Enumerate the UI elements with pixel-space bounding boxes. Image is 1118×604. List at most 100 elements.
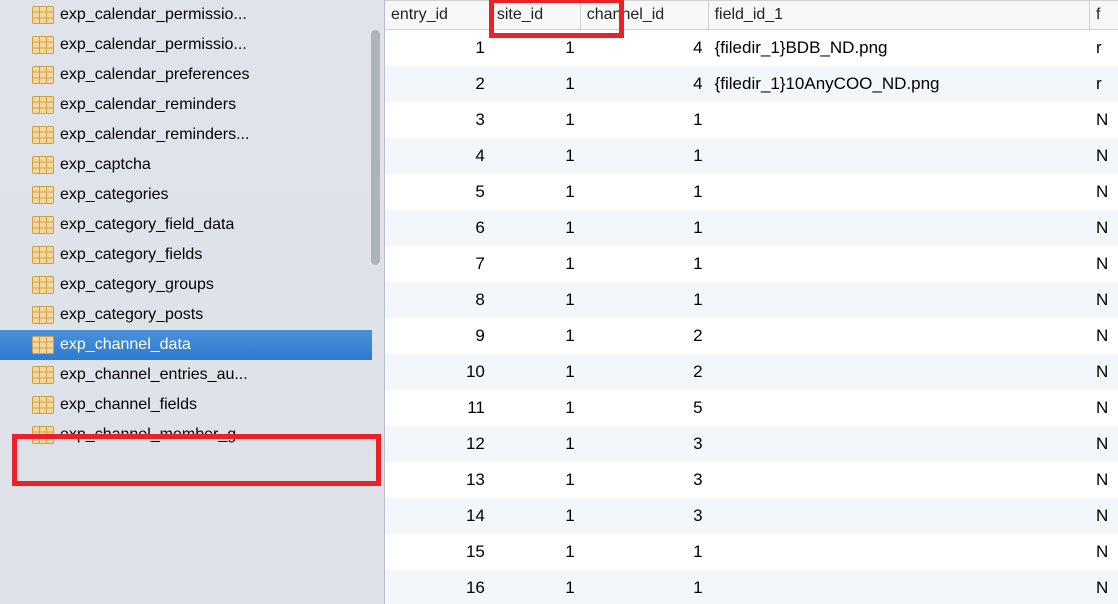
cell-channel_id: 1 [581,146,709,166]
sidebar-item-label: exp_channel_data [60,336,191,354]
app-root: exp_calendar_permissio... exp_calendar_pe… [0,0,1118,604]
table-row[interactable]: 811N [385,282,1118,318]
sidebar-item-exp-channel-fields[interactable]: exp_channel_fields [0,390,372,420]
cell-entry_id: 9 [385,326,491,346]
cell-trail: N [1090,542,1118,562]
sidebar-item-exp-calendar-permissio[interactable]: exp_calendar_permissio... [0,0,372,30]
cell-field_id_1: {filedir_1}BDB_ND.png [709,38,1090,58]
cell-channel_id: 1 [581,542,709,562]
sidebar-item-exp-calendar-permissio[interactable]: exp_calendar_permissio... [0,30,372,60]
cell-entry_id: 16 [385,578,491,598]
sidebar-item-exp-calendar-reminders[interactable]: exp_calendar_reminders... [0,120,372,150]
column-header-field_id_1[interactable]: field_id_1 [709,1,1090,29]
table-row[interactable]: 311N [385,102,1118,138]
column-header-trail[interactable]: f [1090,1,1118,29]
table-row[interactable]: 511N [385,174,1118,210]
cell-channel_id: 3 [581,470,709,490]
cell-channel_id: 4 [581,74,709,94]
sidebar-item-exp-channel-data[interactable]: exp_channel_data [0,330,372,360]
table-list: exp_calendar_permissio... exp_calendar_pe… [0,0,372,450]
cell-site_id: 1 [491,326,581,346]
cell-trail: N [1090,470,1118,490]
sidebar-item-label: exp_calendar_reminders... [60,126,249,144]
cell-trail: N [1090,506,1118,526]
cell-channel_id: 1 [581,182,709,202]
table-row[interactable]: 1511N [385,534,1118,570]
cell-site_id: 1 [491,542,581,562]
table-row[interactable]: 912N [385,318,1118,354]
table-row[interactable]: 1213N [385,426,1118,462]
data-rows: 114{filedir_1}BDB_ND.pngr214{filedir_1}1… [385,30,1118,604]
cell-channel_id: 1 [581,290,709,310]
sidebar-item-exp-captcha[interactable]: exp_captcha [0,150,372,180]
column-header-site_id[interactable]: site_id [491,1,581,29]
sidebar-item-exp-channel-entries-au[interactable]: exp_channel_entries_au... [0,360,372,390]
table-list-sidebar: exp_calendar_permissio... exp_calendar_pe… [0,0,385,604]
cell-field_id_1: {filedir_1}10AnyCOO_ND.png [709,74,1090,94]
table-row[interactable]: 114{filedir_1}BDB_ND.pngr [385,30,1118,66]
table-row[interactable]: 1012N [385,354,1118,390]
sidebar-item-exp-calendar-preferences[interactable]: exp_calendar_preferences [0,60,372,90]
cell-trail: N [1090,434,1118,454]
sidebar-item-exp-calendar-reminders[interactable]: exp_calendar_reminders [0,90,372,120]
sidebar-item-label: exp_category_groups [60,276,214,294]
column-header-channel_id[interactable]: channel_id [581,1,709,29]
column-headers: entry_id site_id channel_id field_id_1 f [385,0,1118,30]
cell-trail: N [1090,326,1118,346]
sidebar-item-label: exp_channel_entries_au... [60,366,248,384]
column-header-label: f [1096,6,1100,24]
table-icon [32,246,54,264]
cell-entry_id: 12 [385,434,491,454]
table-row[interactable]: 1611N [385,570,1118,604]
sidebar-item-label: exp_category_field_data [60,216,234,234]
table-row[interactable]: 611N [385,210,1118,246]
cell-entry_id: 7 [385,254,491,274]
table-row[interactable]: 1115N [385,390,1118,426]
table-row[interactable]: 214{filedir_1}10AnyCOO_ND.pngr [385,66,1118,102]
column-header-label: field_id_1 [715,6,784,24]
cell-channel_id: 1 [581,218,709,238]
table-icon [32,66,54,84]
cell-entry_id: 14 [385,506,491,526]
sidebar-item-label: exp_category_fields [60,246,202,264]
cell-site_id: 1 [491,146,581,166]
table-icon [32,6,54,24]
table-row[interactable]: 1413N [385,498,1118,534]
sidebar-item-exp-channel-member-g[interactable]: exp_channel_member_g... [0,420,372,450]
column-header-label: channel_id [587,6,664,24]
cell-entry_id: 3 [385,110,491,130]
table-row[interactable]: 411N [385,138,1118,174]
table-row[interactable]: 711N [385,246,1118,282]
sidebar-item-exp-category-field-data[interactable]: exp_category_field_data [0,210,372,240]
sidebar-scrollbar[interactable] [371,30,380,265]
cell-entry_id: 10 [385,362,491,382]
cell-channel_id: 1 [581,254,709,274]
cell-channel_id: 1 [581,578,709,598]
cell-entry_id: 6 [385,218,491,238]
column-header-label: site_id [497,6,543,24]
cell-trail: N [1090,218,1118,238]
cell-trail: N [1090,254,1118,274]
cell-channel_id: 2 [581,362,709,382]
cell-trail: N [1090,290,1118,310]
sidebar-item-exp-category-posts[interactable]: exp_category_posts [0,300,372,330]
sidebar-item-label: exp_calendar_permissio... [60,36,247,54]
sidebar-item-exp-category-groups[interactable]: exp_category_groups [0,270,372,300]
table-icon [32,186,54,204]
sidebar-item-exp-categories[interactable]: exp_categories [0,180,372,210]
column-header-entry_id[interactable]: entry_id [385,1,491,29]
cell-site_id: 1 [491,434,581,454]
cell-site_id: 1 [491,218,581,238]
cell-trail: N [1090,146,1118,166]
cell-channel_id: 1 [581,110,709,130]
sidebar-item-label: exp_category_posts [60,306,203,324]
table-row[interactable]: 1313N [385,462,1118,498]
table-icon [32,96,54,114]
cell-trail: N [1090,578,1118,598]
column-header-label: entry_id [391,6,448,24]
cell-trail: N [1090,362,1118,382]
cell-trail: N [1090,110,1118,130]
sidebar-item-exp-category-fields[interactable]: exp_category_fields [0,240,372,270]
cell-channel_id: 4 [581,38,709,58]
sidebar-item-label: exp_categories [60,186,169,204]
